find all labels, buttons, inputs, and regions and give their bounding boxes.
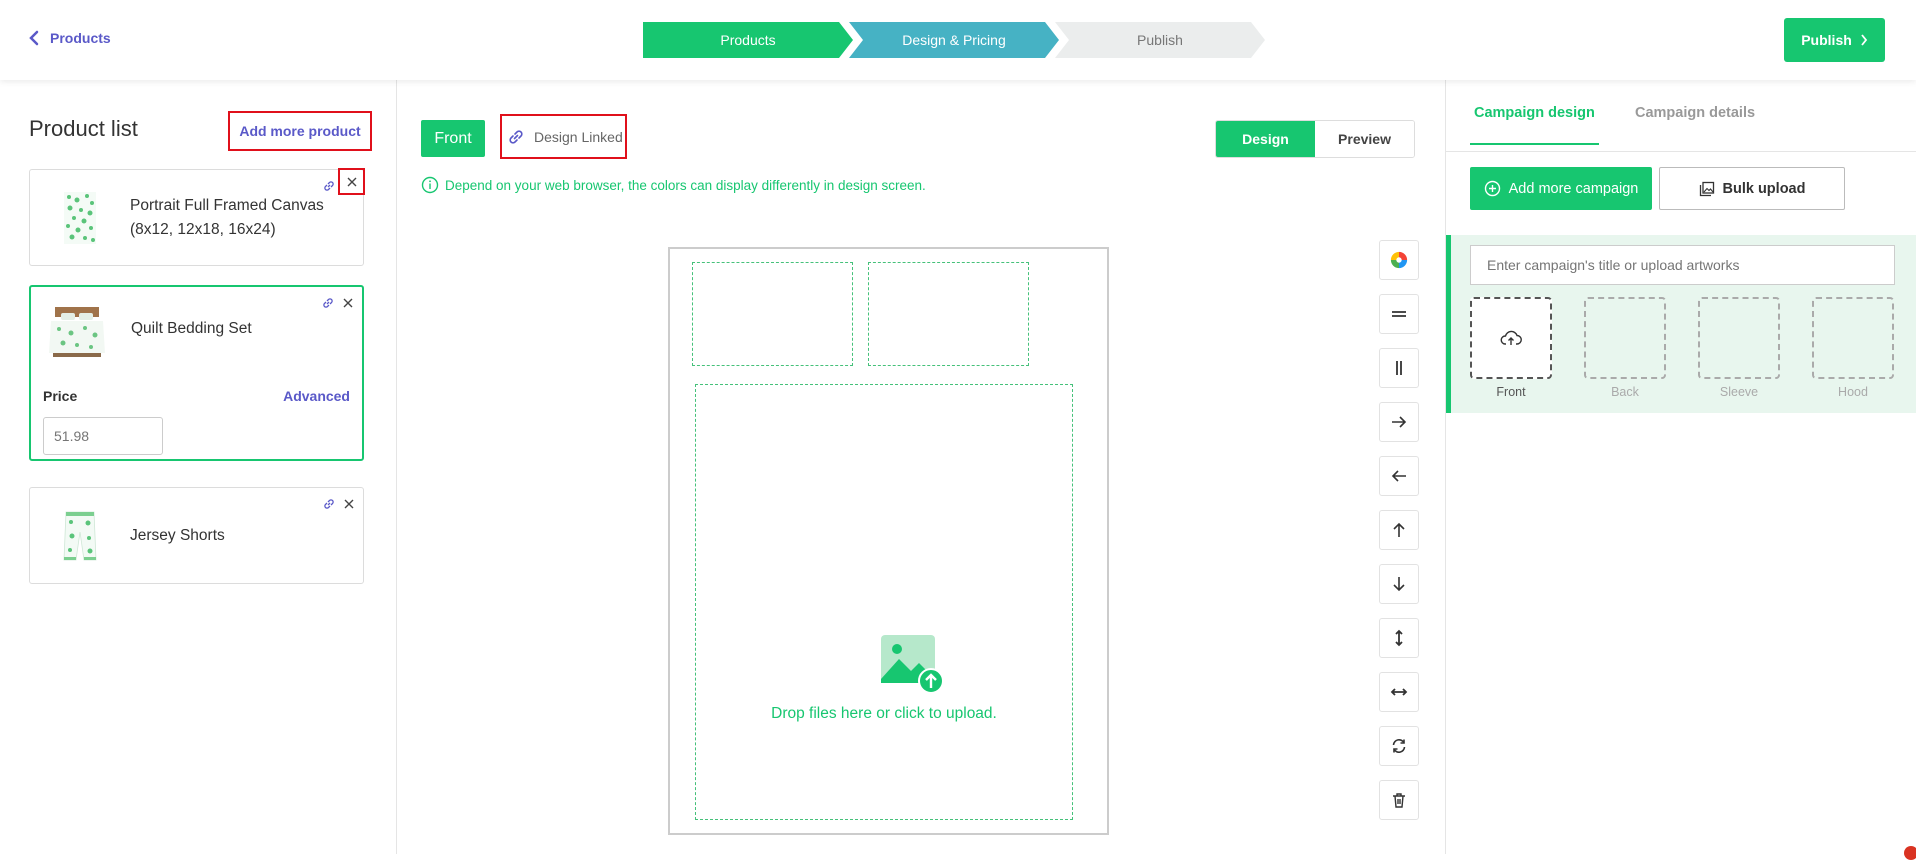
design-canvas: Drop files here or click to upload. bbox=[668, 247, 1109, 835]
arrow-down-icon[interactable] bbox=[1379, 564, 1419, 604]
price-label: Price bbox=[43, 388, 78, 404]
product-name: Jersey Shorts bbox=[130, 527, 225, 544]
color-wheel-icon[interactable] bbox=[1379, 240, 1419, 280]
publish-label: Publish bbox=[1801, 32, 1852, 48]
campaign-panel: Campaign design Campaign details Add mor… bbox=[1445, 80, 1916, 854]
notification-dot[interactable] bbox=[1904, 846, 1916, 860]
publish-button[interactable]: Publish bbox=[1784, 18, 1885, 62]
slot-label-front: Front bbox=[1496, 385, 1526, 399]
plus-circle-icon bbox=[1484, 180, 1500, 197]
shorts-thumbnail bbox=[63, 511, 97, 561]
artwork-slot-front[interactable] bbox=[1470, 297, 1552, 379]
advanced-pricing-link[interactable]: Advanced bbox=[283, 388, 350, 404]
remove-product-button[interactable] bbox=[338, 168, 365, 195]
step-products[interactable]: Products bbox=[643, 22, 853, 58]
design-area: Front Design Linked Design Preview Depen… bbox=[397, 80, 1445, 854]
artwork-slot-back[interactable] bbox=[1584, 297, 1666, 379]
front-side-button[interactable]: Front bbox=[421, 120, 485, 157]
bulk-upload-label: Bulk upload bbox=[1722, 180, 1806, 197]
add-more-campaign-button[interactable]: Add more campaign bbox=[1470, 167, 1652, 210]
link-icon[interactable] bbox=[323, 180, 335, 192]
artwork-slot-sleeve[interactable] bbox=[1698, 297, 1780, 379]
upload-text[interactable]: Drop files here or click to upload. bbox=[696, 705, 1072, 723]
mode-toggle: Design Preview bbox=[1215, 120, 1415, 158]
close-icon bbox=[347, 177, 356, 186]
chevron-left-icon bbox=[29, 30, 39, 46]
color-notice: Depend on your web browser, the colors c… bbox=[421, 176, 926, 194]
slot-label-back: Back bbox=[1611, 385, 1639, 399]
stretch-vertical-icon[interactable] bbox=[1379, 618, 1419, 658]
align-horizontal-icon[interactable] bbox=[1379, 294, 1419, 334]
back-to-products-link[interactable]: Products bbox=[28, 30, 111, 46]
add-more-product-button[interactable]: Add more product bbox=[228, 111, 372, 151]
design-mode-button[interactable]: Design bbox=[1216, 121, 1315, 157]
design-linked-toggle[interactable]: Design Linked bbox=[500, 114, 627, 159]
artwork-slot-hood[interactable] bbox=[1812, 297, 1894, 379]
remove-product-button[interactable] bbox=[340, 495, 358, 513]
tab-campaign-details[interactable]: Campaign details bbox=[1635, 105, 1755, 143]
product-list-panel: Product list Add more product Portrait F… bbox=[0, 80, 397, 854]
slot-label-hood: Hood bbox=[1838, 385, 1868, 399]
image-upload-icon bbox=[881, 635, 944, 694]
remove-product-button[interactable] bbox=[339, 294, 357, 312]
main-print-area[interactable]: Drop files here or click to upload. bbox=[695, 384, 1073, 820]
rotate-icon[interactable] bbox=[1379, 726, 1419, 766]
link-icon bbox=[509, 129, 523, 144]
notice-text: Depend on your web browser, the colors c… bbox=[445, 177, 926, 193]
design-linked-label: Design Linked bbox=[534, 128, 623, 145]
info-icon bbox=[421, 176, 439, 194]
bulk-upload-button[interactable]: Bulk upload bbox=[1659, 167, 1845, 210]
pillow-right-print-area[interactable] bbox=[868, 262, 1029, 366]
price-input[interactable] bbox=[43, 417, 163, 455]
tab-campaign-design[interactable]: Campaign design bbox=[1470, 105, 1599, 145]
progress-steps: Products Design & Pricing Publish bbox=[643, 22, 1261, 58]
campaign-title-input[interactable] bbox=[1470, 245, 1895, 285]
arrow-left-icon[interactable] bbox=[1379, 456, 1419, 496]
stretch-horizontal-icon[interactable] bbox=[1379, 672, 1419, 712]
tab-divider bbox=[1446, 151, 1916, 152]
pillow-left-print-area[interactable] bbox=[692, 262, 853, 366]
design-toolbar bbox=[1379, 240, 1419, 820]
product-name: Portrait Full Framed Canvas (8x12, 12x18… bbox=[130, 194, 324, 242]
link-icon[interactable] bbox=[322, 297, 334, 309]
chevron-right-icon bbox=[1861, 34, 1867, 46]
quilt-thumbnail bbox=[49, 307, 105, 357]
arrow-up-icon[interactable] bbox=[1379, 510, 1419, 550]
product-name-line1: Portrait Full Framed Canvas bbox=[130, 197, 324, 214]
product-card-shorts[interactable]: Jersey Shorts bbox=[29, 487, 364, 584]
top-bar: Products Products Design & Pricing Publi… bbox=[0, 0, 1916, 80]
align-vertical-icon[interactable] bbox=[1379, 348, 1419, 388]
campaign-item: Front Back Sleeve Hood bbox=[1446, 235, 1916, 413]
images-icon bbox=[1699, 181, 1714, 196]
preview-mode-button[interactable]: Preview bbox=[1315, 121, 1414, 157]
step-design-pricing[interactable]: Design & Pricing bbox=[849, 22, 1059, 58]
slot-label-sleeve: Sleeve bbox=[1719, 385, 1759, 399]
trash-icon[interactable] bbox=[1379, 780, 1419, 820]
close-icon bbox=[343, 298, 353, 308]
back-label: Products bbox=[50, 30, 111, 46]
product-name: Quilt Bedding Set bbox=[131, 320, 252, 337]
step-publish[interactable]: Publish bbox=[1055, 22, 1265, 58]
canvas-thumbnail bbox=[64, 192, 96, 244]
cloud-upload-icon bbox=[1500, 330, 1522, 345]
product-name-line2: (8x12, 12x18, 16x24) bbox=[130, 221, 276, 238]
link-icon[interactable] bbox=[323, 498, 335, 510]
close-icon bbox=[344, 499, 354, 509]
arrow-right-icon[interactable] bbox=[1379, 402, 1419, 442]
add-campaign-label: Add more campaign bbox=[1508, 180, 1639, 197]
product-list-title: Product list bbox=[29, 116, 138, 141]
product-card-canvas[interactable]: Portrait Full Framed Canvas (8x12, 12x18… bbox=[29, 168, 365, 266]
product-card-quilt[interactable]: Quilt Bedding Set Price Advanced bbox=[29, 285, 364, 461]
